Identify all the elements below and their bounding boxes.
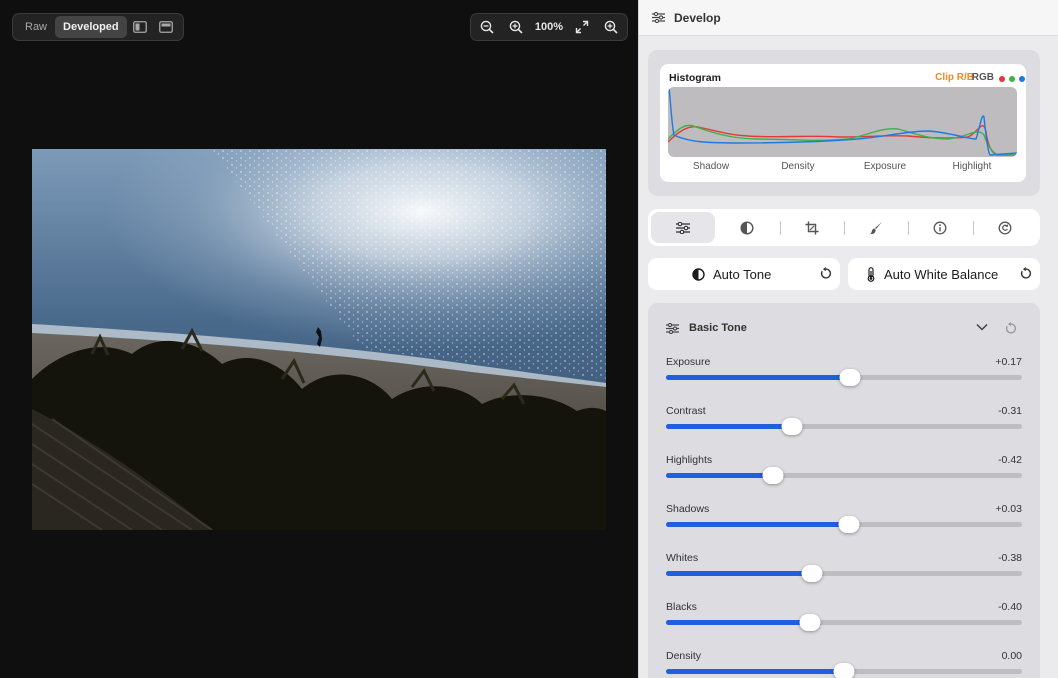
slider-knob-shadows[interactable] bbox=[838, 516, 860, 533]
tab-adjustments[interactable] bbox=[651, 212, 716, 243]
tab-crop[interactable] bbox=[779, 212, 844, 243]
slider-value-blacks[interactable]: -0.40 bbox=[998, 601, 1022, 613]
slider-knob-whites[interactable] bbox=[801, 565, 823, 582]
auto-tone-label: Auto Tone bbox=[713, 266, 772, 282]
slider-fill-exposure bbox=[666, 375, 850, 380]
basic-tone-header[interactable]: Basic Tone bbox=[666, 322, 747, 334]
zoom-level[interactable]: 100% bbox=[535, 21, 563, 33]
slider-fill-shadows bbox=[666, 522, 849, 527]
slider-track-highlights[interactable] bbox=[666, 467, 1022, 484]
chevron-down-icon[interactable] bbox=[976, 323, 988, 331]
clip-toggle[interactable]: Clip R/B bbox=[935, 72, 974, 83]
slider-blacks: Blacks -0.40 bbox=[666, 601, 1022, 641]
slider-label-contrast: Contrast bbox=[666, 405, 706, 417]
slider-label-shadows: Shadows bbox=[666, 503, 710, 515]
slider-fill-whites bbox=[666, 571, 812, 576]
sliders-icon bbox=[676, 221, 691, 234]
histogram-axis-exposure: Exposure bbox=[863, 161, 907, 172]
basic-tone-card: Basic Tone Exposure +0.17 Contrast -0.31 Hig… bbox=[648, 303, 1040, 678]
history-icon bbox=[998, 221, 1012, 235]
panel-header: Develop bbox=[639, 0, 1058, 36]
zoom-controls: 100% bbox=[470, 13, 628, 41]
auto-white-balance-label: Auto White Balance bbox=[884, 266, 999, 282]
split-view-icon[interactable] bbox=[127, 16, 153, 38]
panel-title: Develop bbox=[674, 10, 721, 25]
image-viewer: Raw Developed 100% bbox=[0, 0, 638, 678]
crop-icon bbox=[805, 221, 819, 235]
histogram-plot bbox=[668, 87, 1017, 157]
tab-brush[interactable] bbox=[843, 212, 908, 243]
slider-label-exposure: Exposure bbox=[666, 356, 711, 368]
red-channel-dot[interactable] bbox=[999, 76, 1005, 82]
basic-tone-sliders-icon bbox=[666, 322, 679, 334]
histogram-axis-density: Density bbox=[781, 161, 815, 172]
slider-fill-blacks bbox=[666, 620, 810, 625]
develop-settings-icon bbox=[652, 12, 665, 23]
auto-white-balance-button[interactable]: Auto White Balance bbox=[848, 258, 1040, 290]
slider-value-density[interactable]: 0.00 bbox=[1002, 650, 1022, 662]
histogram-inner: Histogram Clip R/B RGB Shadow Density Ex… bbox=[660, 64, 1026, 182]
slider-track-whites[interactable] bbox=[666, 565, 1022, 582]
slider-label-blacks: Blacks bbox=[666, 601, 697, 613]
slider-value-contrast[interactable]: -0.31 bbox=[998, 405, 1022, 417]
raw-view-button[interactable]: Raw bbox=[17, 16, 55, 38]
slider-knob-density[interactable] bbox=[833, 663, 855, 678]
slider-knob-highlights[interactable] bbox=[762, 467, 784, 484]
brush-icon bbox=[869, 221, 883, 235]
slider-track-exposure[interactable] bbox=[666, 369, 1022, 386]
auto-tone-reset-icon[interactable] bbox=[819, 267, 832, 280]
tab-history[interactable] bbox=[972, 212, 1037, 243]
auto-tone-button[interactable]: Auto Tone bbox=[648, 258, 840, 290]
slider-fill-highlights bbox=[666, 473, 773, 478]
slider-track-blacks[interactable] bbox=[666, 614, 1022, 631]
auto-white-balance-reset-icon[interactable] bbox=[1019, 267, 1032, 280]
tool-tabs bbox=[648, 209, 1040, 246]
slider-density: Density 0.00 bbox=[666, 650, 1022, 678]
rgb-toggle[interactable]: RGB bbox=[972, 72, 994, 83]
histogram-card: Histogram Clip R/B RGB Shadow Density Ex… bbox=[648, 50, 1040, 196]
green-channel-dot[interactable] bbox=[1009, 76, 1015, 82]
slider-knob-contrast[interactable] bbox=[781, 418, 803, 435]
slider-value-exposure[interactable]: +0.17 bbox=[995, 356, 1022, 368]
slider-track-density[interactable] bbox=[666, 663, 1022, 678]
photo-canvas[interactable] bbox=[32, 149, 606, 530]
slider-label-density: Density bbox=[666, 650, 702, 662]
slider-shadows: Shadows +0.03 bbox=[666, 503, 1022, 543]
slider-value-highlights[interactable]: -0.42 bbox=[998, 454, 1022, 466]
view-mode-toggle: Raw Developed bbox=[12, 13, 184, 41]
slider-value-whites[interactable]: -0.38 bbox=[998, 552, 1022, 564]
histogram-axis-highlight: Highlight bbox=[952, 161, 992, 172]
histogram-title: Histogram bbox=[669, 72, 721, 84]
tab-info[interactable] bbox=[908, 212, 972, 243]
slider-knob-exposure[interactable] bbox=[839, 369, 861, 386]
zoom-in-icon[interactable] bbox=[506, 16, 526, 38]
slider-label-whites: Whites bbox=[666, 552, 699, 564]
slider-knob-blacks[interactable] bbox=[799, 614, 821, 631]
develop-panel: Develop Histogram Clip R/B RGB Shadow De… bbox=[638, 0, 1058, 678]
auto-tone-icon bbox=[692, 267, 705, 281]
tab-tone[interactable] bbox=[715, 212, 779, 243]
slider-track-contrast[interactable] bbox=[666, 418, 1022, 435]
zoom-to-fill-icon[interactable] bbox=[601, 16, 621, 38]
filmstrip-view-icon[interactable] bbox=[153, 16, 179, 38]
thermometer-icon bbox=[866, 266, 876, 282]
fit-to-screen-icon[interactable] bbox=[572, 16, 592, 38]
slider-track-shadows[interactable] bbox=[666, 516, 1022, 533]
info-icon bbox=[933, 221, 947, 235]
blue-channel-dot[interactable] bbox=[1019, 76, 1025, 82]
slider-value-shadows[interactable]: +0.03 bbox=[995, 503, 1022, 515]
slider-highlights: Highlights -0.42 bbox=[666, 454, 1022, 494]
slider-whites: Whites -0.38 bbox=[666, 552, 1022, 592]
basic-tone-reset-icon[interactable] bbox=[1004, 322, 1017, 335]
slider-fill-contrast bbox=[666, 424, 792, 429]
histogram-axis-shadow: Shadow bbox=[692, 161, 730, 172]
developed-view-button[interactable]: Developed bbox=[55, 16, 127, 38]
slider-label-highlights: Highlights bbox=[666, 454, 713, 466]
slider-fill-density bbox=[666, 669, 844, 674]
basic-tone-title: Basic Tone bbox=[689, 322, 747, 334]
contrast-icon bbox=[740, 220, 754, 235]
slider-contrast: Contrast -0.31 bbox=[666, 405, 1022, 445]
slider-exposure: Exposure +0.17 bbox=[666, 356, 1022, 396]
zoom-out-icon[interactable] bbox=[477, 16, 497, 38]
